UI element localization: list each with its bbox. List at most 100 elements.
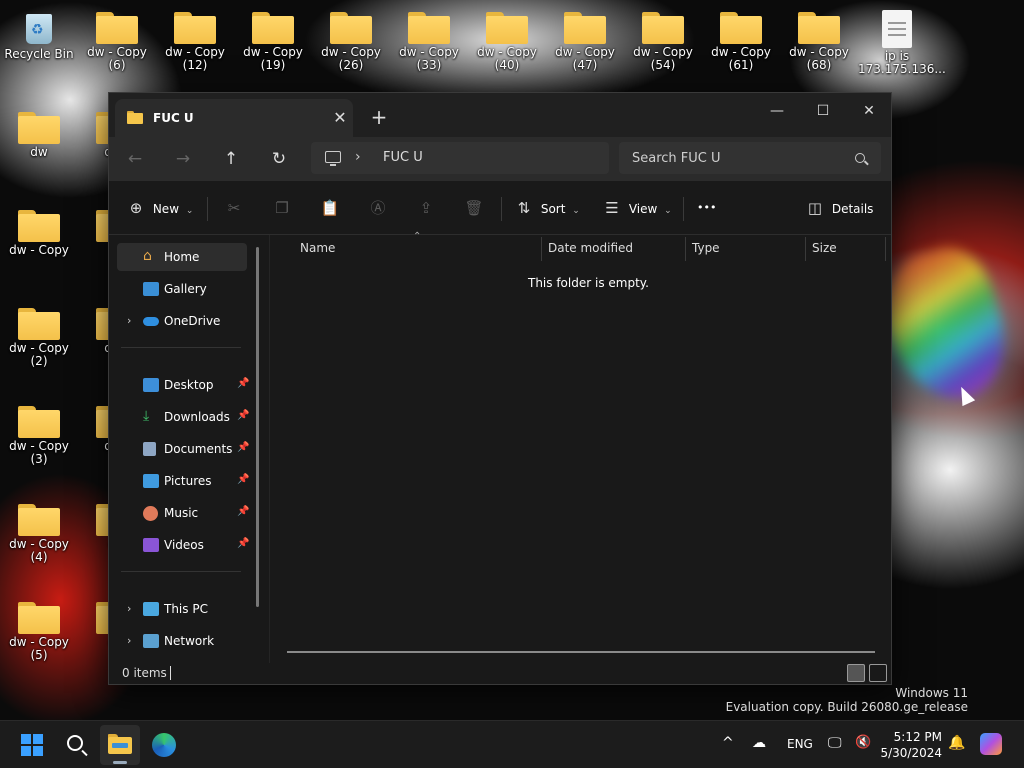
search-icon[interactable] [855,153,865,163]
desktop-icon-folder[interactable]: dw - Copy (2) [0,308,78,368]
cut-icon[interactable]: ✂ [223,197,245,219]
view-button[interactable]: ☰ View ⌄ [603,195,671,221]
paste-icon[interactable]: 📋 [319,197,341,219]
desktop-icon-label: dw - Copy (68) [789,45,849,72]
folder-icon [18,308,60,340]
title-bar[interactable]: FUC U ✕ + — ☐ ✕ [109,93,891,137]
column-divider[interactable] [805,237,806,261]
desktop-icon-folder[interactable]: dw - Copy [0,210,78,257]
volume-muted-icon[interactable]: 🔇 [855,735,871,750]
desktop-icon-folder[interactable]: dw - Copy (19) [234,12,312,72]
address-bar[interactable]: › FUC U [311,142,609,174]
sidebar-item-pictures[interactable]: Pictures 📌 [117,467,249,495]
notification-bell-icon[interactable]: 🔔 [948,735,965,751]
column-divider[interactable] [685,237,686,261]
sidebar-item-network[interactable]: › Network [117,627,247,655]
desktop-icon [143,378,159,392]
pin-icon[interactable]: 📌 [237,538,249,549]
desktop-icon-folder[interactable]: dw - Copy (26) [312,12,390,72]
search-button[interactable] [56,725,96,765]
details-view-icon[interactable] [847,664,865,682]
sort-button[interactable]: ⇅ Sort ⌄ [515,195,580,221]
column-divider[interactable] [541,237,542,261]
sidebar-item-downloads[interactable]: ⤓ Downloads 📌 [117,403,249,431]
start-button[interactable] [12,725,52,765]
sidebar-item-this-pc[interactable]: › This PC [117,595,247,623]
chevron-right-icon[interactable]: › [127,602,131,615]
desktop-icon-folder[interactable]: dw - Copy (4) [0,504,78,564]
new-tab-button[interactable]: + [367,106,391,130]
column-divider[interactable] [885,237,886,261]
desktop-icon-folder[interactable]: dw - Copy (12) [156,12,234,72]
desktop-icon-folder[interactable]: dw - Copy (68) [780,12,858,72]
pin-icon[interactable]: 📌 [237,506,249,517]
desktop-icon-folder[interactable]: dw - Copy (6) [78,12,156,72]
pin-icon[interactable]: 📌 [237,442,249,453]
horizontal-scrollbar[interactable] [287,651,875,653]
sidebar-item-home[interactable]: ⌂ Home [117,243,247,271]
desktop-icon-folder[interactable]: dw - Copy (61) [702,12,780,72]
chevron-right-icon[interactable]: › [355,149,361,165]
chevron-right-icon[interactable]: › [127,314,131,327]
rename-icon[interactable]: Ⓐ [367,197,389,219]
close-window-button[interactable]: ✕ [846,97,892,125]
desktop-icon-folder[interactable]: dw - Copy (40) [468,12,546,72]
sidebar-item-gallery[interactable]: Gallery [117,275,247,303]
up-arrow-icon[interactable]: ↑ [217,145,245,173]
desktop-icon-label: dw - Copy (33) [399,45,459,72]
separator [121,347,241,348]
cloud-offline-icon[interactable]: ☁ [752,735,766,751]
column-header-name[interactable]: Name [300,241,335,255]
pin-icon[interactable]: 📌 [237,410,249,421]
tray-chevron-up-icon[interactable]: ^ [722,735,734,751]
view-button-label: View [628,202,658,216]
column-header-type[interactable]: Type [692,241,720,255]
new-button[interactable]: ⊕ New ⌄ [127,195,194,221]
column-header-date-modified[interactable]: Date modified [548,241,633,255]
details-button[interactable]: ◫ Details [806,195,874,221]
breadcrumb-fuc-u[interactable]: FUC U [383,150,423,165]
pin-icon[interactable]: 📌 [237,474,249,485]
close-tab-icon[interactable]: ✕ [329,107,351,129]
sidebar-item-label: Home [164,250,200,264]
forward-arrow-icon[interactable]: → [169,145,197,173]
column-header-size[interactable]: Size [812,241,837,255]
desktop-icon-recycle-bin[interactable]: ♻ Recycle Bin [0,10,78,61]
back-arrow-icon[interactable]: ← [121,145,149,173]
home-icon: ⌂ [143,248,152,264]
sidebar-item-desktop[interactable]: Desktop 📌 [117,371,249,399]
tab-fuc-u[interactable]: FUC U ✕ [115,99,353,137]
delete-icon[interactable]: 🗑 [463,197,485,219]
minimize-button[interactable]: — [754,97,800,125]
search-input[interactable] [619,142,881,174]
refresh-icon[interactable]: ↻ [265,145,293,173]
clock[interactable]: 5:12 PM 5/30/2024 [878,729,942,761]
taskbar-edge[interactable] [144,725,184,765]
more-options-button[interactable]: ••• [697,195,716,221]
desktop-icon-folder[interactable]: dw - Copy (5) [0,602,78,662]
sidebar-scrollbar[interactable] [256,247,259,607]
share-icon[interactable]: ⇪ [415,197,437,219]
pin-icon[interactable]: 📌 [237,378,249,389]
desktop-icon-folder[interactable]: dw [0,112,78,159]
desktop-icon-folder[interactable]: dw - Copy (54) [624,12,702,72]
file-list-pane[interactable]: ⌃ Name Date modified Type Size This fold… [269,231,891,663]
desktop-icon-folder[interactable]: dw - Copy (47) [546,12,624,72]
copy-icon[interactable]: ❐ [271,197,293,219]
copilot-icon[interactable] [980,733,1002,755]
details-pane-icon: ◫ [807,199,823,217]
sidebar-item-documents[interactable]: Documents 📌 [117,435,249,463]
desktop-icon-text-file[interactable]: ip is 173.175.136... [858,10,946,76]
sidebar-item-videos[interactable]: Videos 📌 [117,531,249,559]
network-icon[interactable]: 🖵 [828,735,842,751]
folder-icon [108,734,132,754]
taskbar-file-explorer[interactable] [100,725,140,765]
desktop-icon-folder[interactable]: dw - Copy (33) [390,12,468,72]
chevron-right-icon[interactable]: › [127,634,131,647]
desktop-icon-folder[interactable]: dw - Copy (3) [0,406,78,466]
large-icons-view-icon[interactable] [869,664,887,682]
sidebar-item-music[interactable]: Music 📌 [117,499,249,527]
maximize-button[interactable]: ☐ [800,97,846,125]
language-indicator[interactable]: ENG [787,737,813,751]
sidebar-item-onedrive[interactable]: › OneDrive [117,307,247,335]
